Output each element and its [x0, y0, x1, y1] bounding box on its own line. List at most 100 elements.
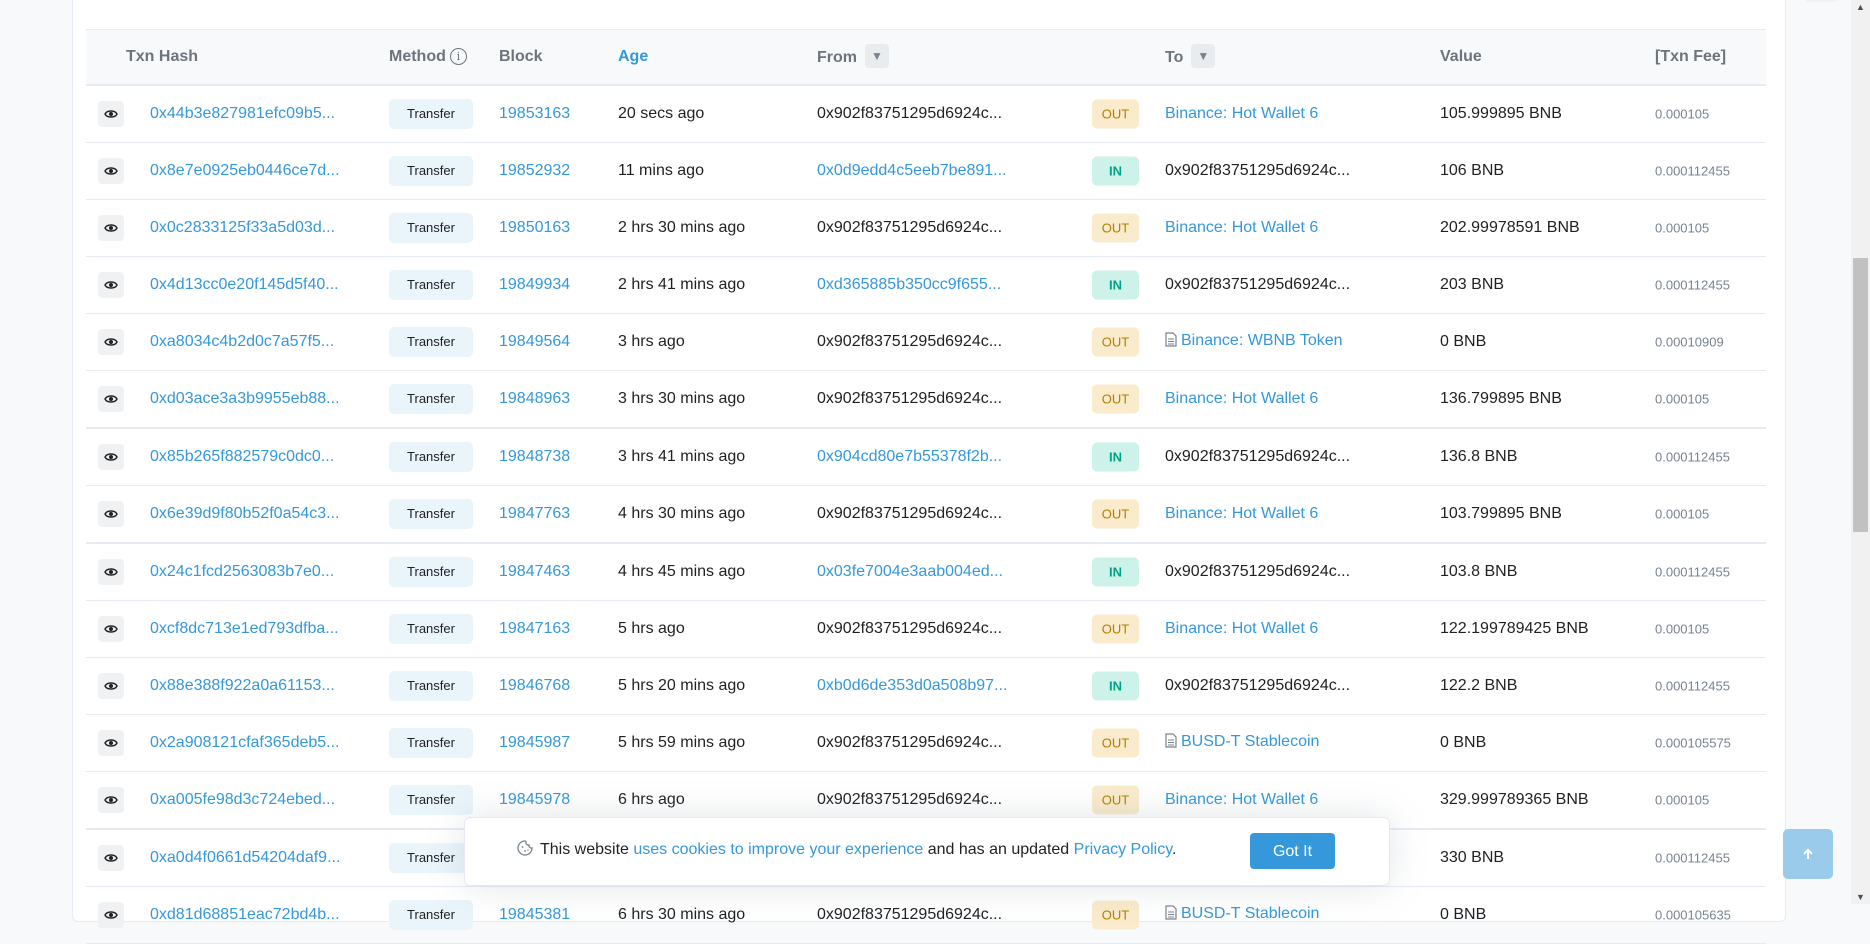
contract-file-icon	[1165, 733, 1177, 753]
view-details-button[interactable]	[98, 158, 124, 184]
txn-hash-link[interactable]: 0xa005fe98d3c724ebed...	[150, 791, 335, 809]
got-it-button[interactable]: Got It	[1250, 833, 1335, 869]
txn-hash-link[interactable]: 0xa0d4f0661d54204daf9...	[150, 849, 340, 867]
eye-icon	[104, 453, 118, 461]
table-row: 0xa8034c4b2d0c7a57f5... Transfer 1984956…	[86, 314, 1766, 371]
direction-badge: IN	[1092, 270, 1139, 300]
age-text: 5 hrs 59 mins ago	[618, 734, 746, 751]
txn-hash-link[interactable]: 0x2a908121cfaf365deb5...	[150, 734, 340, 752]
view-details-button[interactable]	[98, 730, 124, 756]
to-address[interactable]: Binance: Hot Wallet 6	[1165, 219, 1318, 237]
eye-icon	[104, 911, 118, 919]
txn-hash-link[interactable]: 0x88e388f922a0a61153...	[150, 677, 335, 695]
to-address[interactable]: Binance: Hot Wallet 6	[1165, 390, 1318, 408]
block-link[interactable]: 19852932	[499, 162, 570, 180]
method-badge: Transfer	[389, 843, 473, 873]
from-address[interactable]: 0xb0d6de353d0a508b97...	[817, 677, 1007, 695]
privacy-policy-link[interactable]: Privacy Policy	[1074, 841, 1172, 858]
txn-hash-link[interactable]: 0x24c1fcd2563083b7e0...	[150, 563, 334, 581]
header-age[interactable]: Age	[618, 48, 648, 66]
to-address-label: 0x902f83751295d6924c...	[1165, 677, 1351, 694]
txn-hash-link[interactable]: 0x0c2833125f33a5d03d...	[150, 219, 335, 237]
to-address[interactable]: Binance: Hot Wallet 6	[1165, 505, 1318, 523]
txn-fee-text: 0.000105575	[1655, 735, 1731, 751]
table-row: 0xd03ace3a3b9955eb88... Transfer 1984896…	[86, 371, 1766, 429]
view-details-button[interactable]	[98, 329, 124, 355]
from-address[interactable]: 0x0d9edd4c5eeb7be891...	[817, 162, 1007, 180]
block-link[interactable]: 19849934	[499, 276, 570, 294]
block-link[interactable]: 19847463	[499, 563, 570, 581]
to-address[interactable]: BUSD-T Stablecoin	[1165, 733, 1319, 753]
block-link[interactable]: 19846768	[499, 677, 570, 695]
block-link[interactable]: 19849564	[499, 333, 570, 351]
eye-icon	[104, 854, 118, 862]
table-body: 0x44b3e827981efc09b5... Transfer 1985316…	[86, 86, 1766, 944]
view-details-button[interactable]	[98, 215, 124, 241]
txn-hash-link[interactable]: 0x8e7e0925eb0446ce7d...	[150, 162, 340, 180]
filter-icon[interactable]: ▼	[865, 44, 889, 68]
from-address: 0x902f83751295d6924c...	[817, 390, 1003, 407]
block-link[interactable]: 19848738	[499, 448, 570, 466]
txn-hash-link[interactable]: 0xd81d68851eac72bd4b...	[150, 906, 340, 924]
txn-hash-link[interactable]: 0x4d13cc0e20f145d5f40...	[150, 276, 339, 294]
view-details-button[interactable]	[98, 559, 124, 585]
block-link[interactable]: 19845381	[499, 906, 570, 924]
vertical-scrollbar[interactable]: ▲ ▼	[1851, 0, 1870, 904]
block-link[interactable]: 19845978	[499, 791, 570, 809]
to-address[interactable]: Binance: Hot Wallet 6	[1165, 105, 1318, 123]
block-link[interactable]: 19845987	[499, 734, 570, 752]
cookie-message: This website uses cookies to improve you…	[540, 841, 1177, 859]
view-details-button[interactable]	[98, 902, 124, 928]
txn-hash-link[interactable]: 0x85b265f882579c0dc0...	[150, 448, 334, 466]
to-address[interactable]: Binance: Hot Wallet 6	[1165, 791, 1318, 809]
to-address[interactable]: BUSD-T Stablecoin	[1165, 905, 1319, 925]
cookie-policy-link[interactable]: uses cookies to improve your experience	[633, 841, 923, 858]
value-text: 330 BNB	[1440, 849, 1505, 866]
filter-icon[interactable]: ▼	[1191, 44, 1216, 68]
view-details-button[interactable]	[98, 101, 124, 127]
from-address[interactable]: 0x904cd80e7b55378f2b...	[817, 448, 1002, 466]
block-link[interactable]: 19847163	[499, 620, 570, 638]
view-details-button[interactable]	[98, 616, 124, 642]
view-details-button[interactable]	[98, 444, 124, 470]
view-details-button[interactable]	[98, 272, 124, 298]
view-details-button[interactable]	[98, 501, 124, 527]
txn-hash-link[interactable]: 0xcf8dc713e1ed793dfba...	[150, 620, 339, 638]
cookie-text: This website	[540, 841, 634, 858]
view-details-button[interactable]	[98, 845, 124, 871]
value-text: 103.799895 BNB	[1440, 505, 1562, 522]
table-row: 0x2a908121cfaf365deb5... Transfer 198459…	[86, 715, 1766, 772]
from-address[interactable]: 0x03fe7004e3aab004ed...	[817, 563, 1003, 581]
scroll-to-top-button[interactable]	[1783, 829, 1833, 879]
txn-hash-link[interactable]: 0x6e39d9f80b52f0a54c3...	[150, 505, 340, 523]
header-txn-hash: Txn Hash	[126, 48, 199, 65]
view-details-button[interactable]	[98, 673, 124, 699]
view-details-button[interactable]	[98, 386, 124, 412]
block-link[interactable]: 19853163	[499, 105, 570, 123]
to-address[interactable]: Binance: Hot Wallet 6	[1165, 620, 1318, 638]
txn-hash-link[interactable]: 0xd03ace3a3b9955eb88...	[150, 390, 340, 408]
txn-fee-text: 0.000112455	[1655, 449, 1730, 465]
from-address[interactable]: 0xd365885b350cc9f655...	[817, 276, 1001, 294]
info-icon[interactable]: i	[449, 48, 467, 65]
txn-hash-link[interactable]: 0xa8034c4b2d0c7a57f5...	[150, 333, 334, 351]
to-address[interactable]: Binance: WBNB Token	[1165, 332, 1343, 352]
card-options-button[interactable]	[1805, 0, 1838, 2]
eye-icon	[104, 167, 118, 175]
txn-hash-link[interactable]: 0x44b3e827981efc09b5...	[150, 105, 335, 123]
block-link[interactable]: 19848963	[499, 390, 570, 408]
view-details-button[interactable]	[98, 787, 124, 813]
value-text: 0 BNB	[1440, 906, 1487, 923]
method-badge: Transfer	[389, 156, 473, 186]
scrollbar-thumb[interactable]	[1853, 258, 1868, 532]
direction-badge: IN	[1092, 442, 1139, 472]
scroll-up-arrow-icon[interactable]: ▲	[1856, 2, 1865, 12]
block-link[interactable]: 19850163	[499, 219, 570, 237]
method-badge: Transfer	[389, 327, 473, 357]
scroll-down-arrow-icon[interactable]: ▼	[1856, 892, 1865, 902]
value-text: 136.799895 BNB	[1440, 390, 1562, 407]
block-link[interactable]: 19847763	[499, 505, 570, 523]
txn-fee-text: 0.000112455	[1655, 163, 1730, 179]
method-badge: Transfer	[389, 442, 473, 472]
header-txn-fee[interactable]: [Txn Fee]	[1655, 48, 1726, 66]
